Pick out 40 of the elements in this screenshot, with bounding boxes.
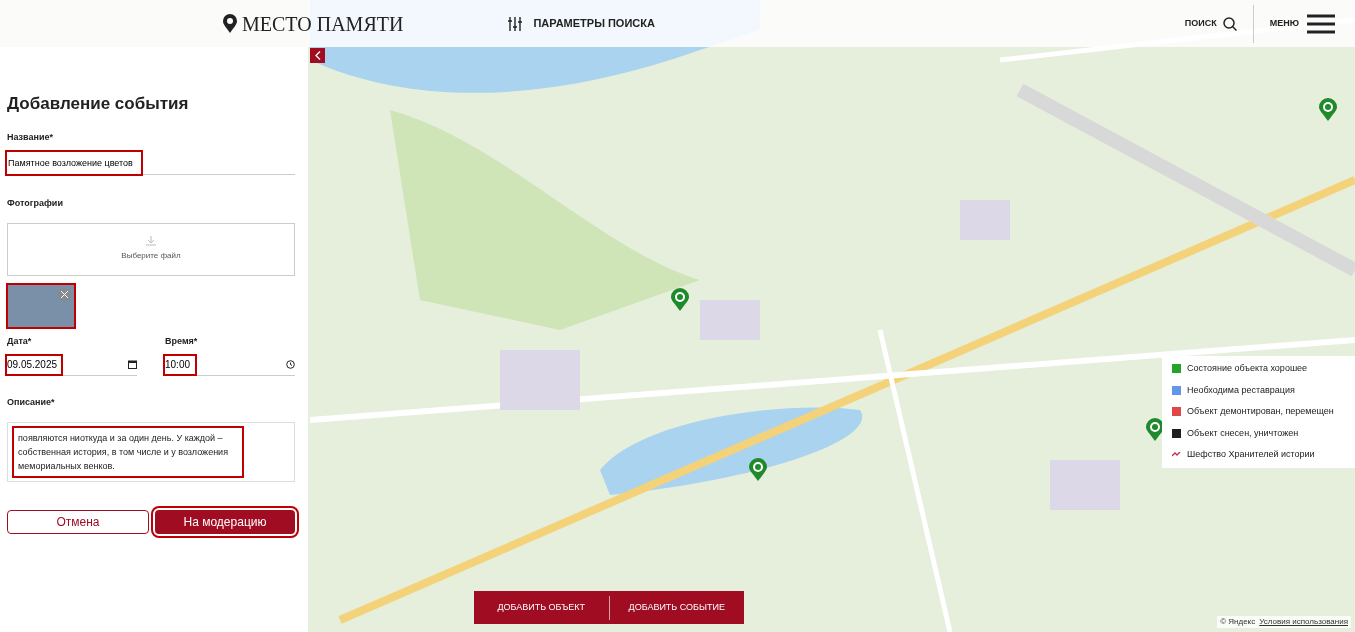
map-pin-icon[interactable] bbox=[1318, 98, 1338, 122]
terms-link[interactable]: Условия использования bbox=[1259, 616, 1348, 628]
description-textarea[interactable]: появляются ниоткуда и за один день. У каждой – собственная история, в том числе и у возложения мемориальных венков. bbox=[7, 421, 295, 482]
site-logo[interactable]: МЕСТО ПАМЯТИ bbox=[242, 8, 404, 39]
map-pin-icon bbox=[222, 13, 238, 34]
file-upload-area[interactable]: Выберите файл bbox=[7, 222, 295, 276]
legend-label: Объект снесен, уничтожен bbox=[1187, 426, 1299, 440]
search-icon bbox=[1222, 16, 1237, 31]
copyright-text: © Яндекс bbox=[1220, 616, 1256, 628]
legend-label: Необходима реставрация bbox=[1187, 383, 1295, 397]
map-pin-icon[interactable] bbox=[670, 288, 690, 312]
collapse-button[interactable] bbox=[310, 48, 325, 63]
calendar-icon bbox=[128, 360, 137, 369]
legend-label: Шефство Хранителей истории bbox=[1187, 448, 1315, 461]
time-input[interactable]: 10:00 bbox=[165, 355, 195, 374]
sliders-icon bbox=[507, 15, 524, 32]
close-button[interactable] bbox=[58, 287, 71, 301]
search-button[interactable]: ПОИСК bbox=[1184, 16, 1237, 31]
field-label: Название* bbox=[7, 130, 54, 144]
field-label: Описание* bbox=[7, 396, 56, 409]
legend-label: Состояние объекта хорошее bbox=[1187, 362, 1308, 375]
description-text: появляются ниоткуда и за один день. У каждой – собственная история, в том числе и у возложения мемориальных венков. bbox=[14, 427, 242, 476]
form-title: Добавление события bbox=[7, 93, 190, 115]
field-label: Время* bbox=[165, 334, 199, 348]
menu-icon bbox=[1307, 13, 1335, 34]
close-icon bbox=[61, 290, 68, 298]
legend-label: Объект демонтирован, перемещен bbox=[1187, 405, 1334, 418]
chevron-left-icon bbox=[314, 51, 321, 60]
date-input[interactable]: 09.05.2025 bbox=[7, 355, 61, 374]
map-action-button[interactable]: ДОБАВИТЬ СОБЫТИЕ bbox=[609, 591, 744, 624]
field-label: Дата* bbox=[7, 334, 33, 348]
menu-button[interactable]: МЕНЮ bbox=[1269, 13, 1335, 34]
search-params-button[interactable]: ПАРАМЕТРЫ ПОИСКА bbox=[507, 15, 655, 32]
map-action-button[interactable]: ДОБАВИТЬ ОБЪЕКТ bbox=[474, 591, 609, 624]
download-icon bbox=[146, 236, 156, 246]
name-input[interactable]: Памятное возложение цветов bbox=[7, 151, 141, 174]
clock-icon bbox=[286, 360, 295, 369]
cancel-button[interactable]: Отмена bbox=[7, 509, 149, 534]
field-label: Фотографии bbox=[7, 197, 64, 210]
map-pin-icon[interactable] bbox=[748, 458, 768, 482]
